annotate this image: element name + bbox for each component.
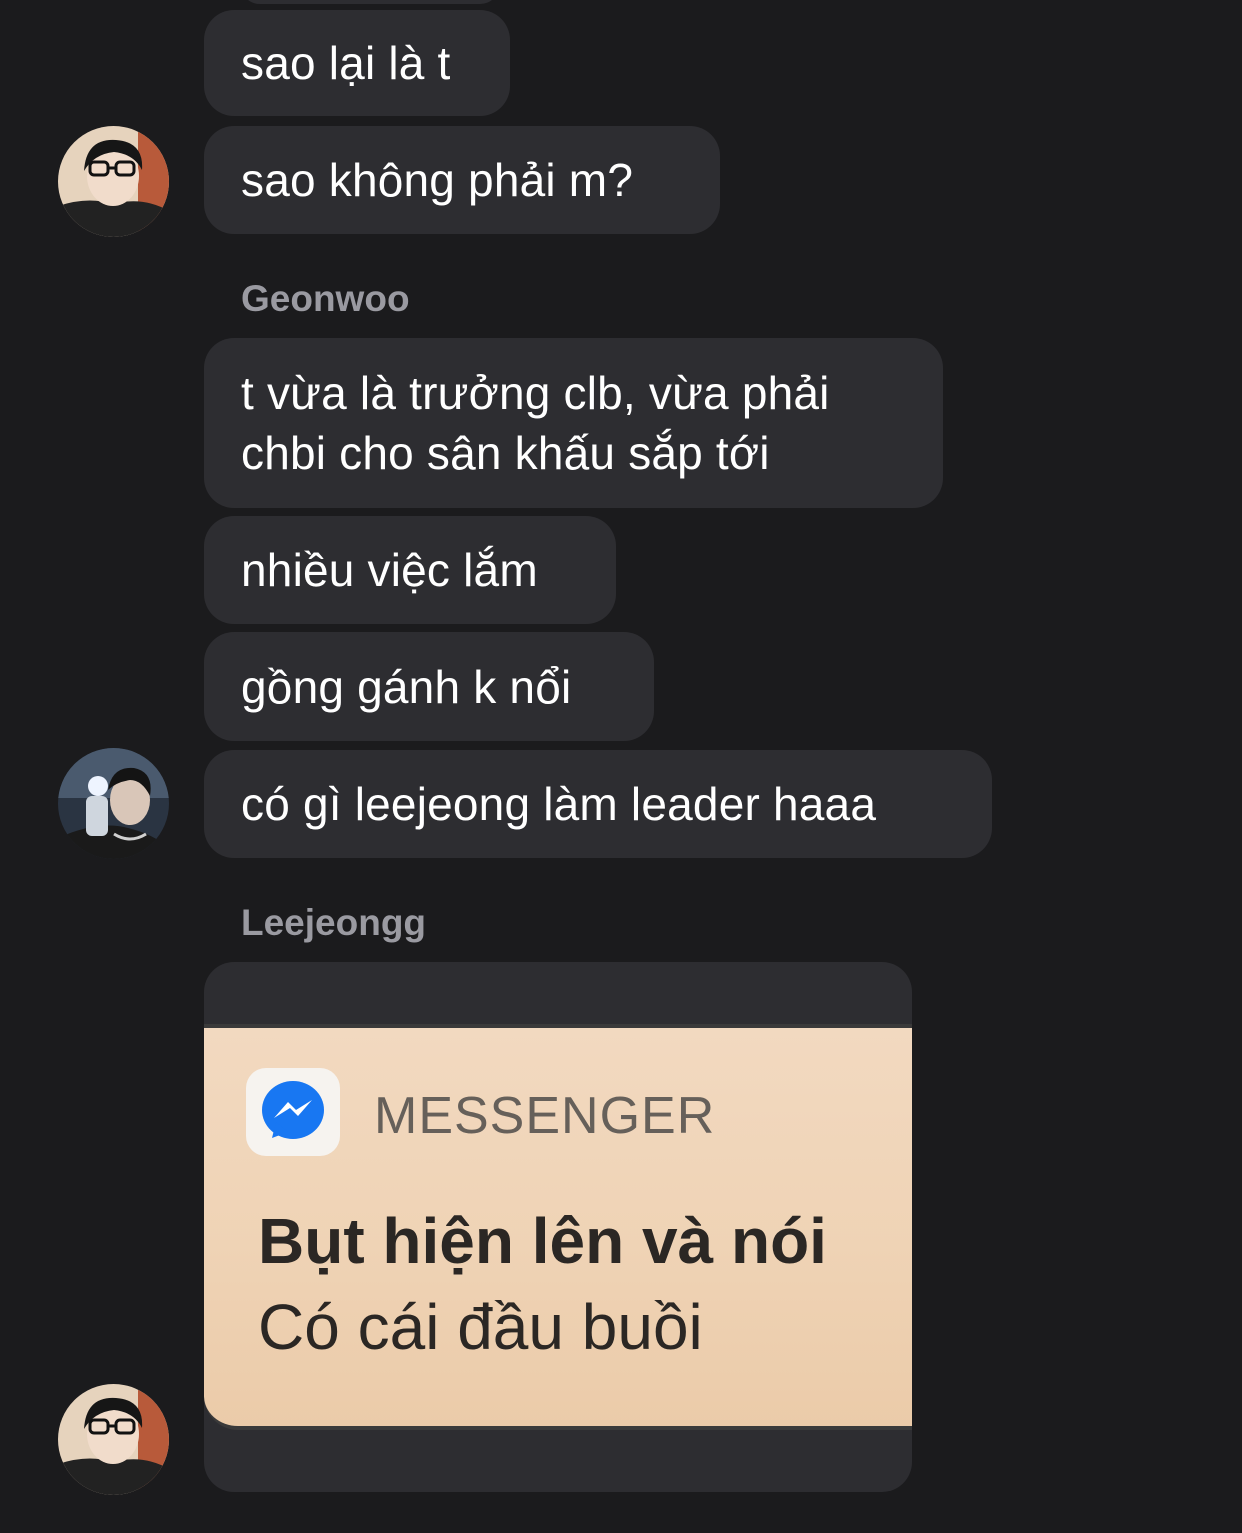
message-bubble[interactable]: t vừa là trưởng clb, vừa phải chbi cho s… [204, 338, 943, 508]
image-message[interactable]: MESSENGER Bụt hiện lên và nói Có cái đầu… [204, 962, 912, 1492]
previous-message-bubble[interactable] [240, 0, 500, 4]
meme-app-name: MESSENGER [374, 1087, 716, 1145]
message-text: sao lại là t [241, 37, 451, 89]
message-bubble[interactable]: nhiều việc lắm [204, 516, 616, 624]
meme-caption-line-1: Bụt hiện lên và nói [258, 1205, 827, 1277]
avatar[interactable] [58, 748, 169, 859]
message-bubble[interactable]: gồng gánh k nổi [204, 632, 654, 741]
avatar[interactable] [58, 1384, 169, 1495]
message-bubble[interactable]: sao lại là t [204, 10, 510, 116]
avatar-glasses-icon [58, 1384, 169, 1495]
sender-name: Geonwoo [241, 278, 410, 319]
meme-image: MESSENGER Bụt hiện lên và nói Có cái đầu… [204, 1024, 912, 1430]
avatar[interactable] [58, 126, 169, 237]
message-text: t vừa là trưởng clb, vừa phải chbi cho s… [241, 367, 830, 479]
meme-caption-line-2: Có cái đầu buồi [258, 1291, 703, 1363]
message-bubble[interactable]: có gì leejeong làm leader haaa [204, 750, 992, 858]
messenger-icon [262, 1081, 324, 1139]
avatar-mirror-selfie-icon [58, 748, 169, 859]
message-text: gồng gánh k nổi [241, 660, 572, 713]
message-text: nhiều việc lắm [241, 544, 538, 596]
message-text: sao không phải m? [241, 154, 634, 206]
message-text: có gì leejeong làm leader haaa [241, 778, 877, 830]
messenger-app-icon [246, 1068, 340, 1156]
avatar-glasses-icon [58, 126, 169, 237]
message-bubble[interactable]: sao không phải m? [204, 126, 720, 234]
sender-name: Leejeongg [241, 902, 427, 943]
